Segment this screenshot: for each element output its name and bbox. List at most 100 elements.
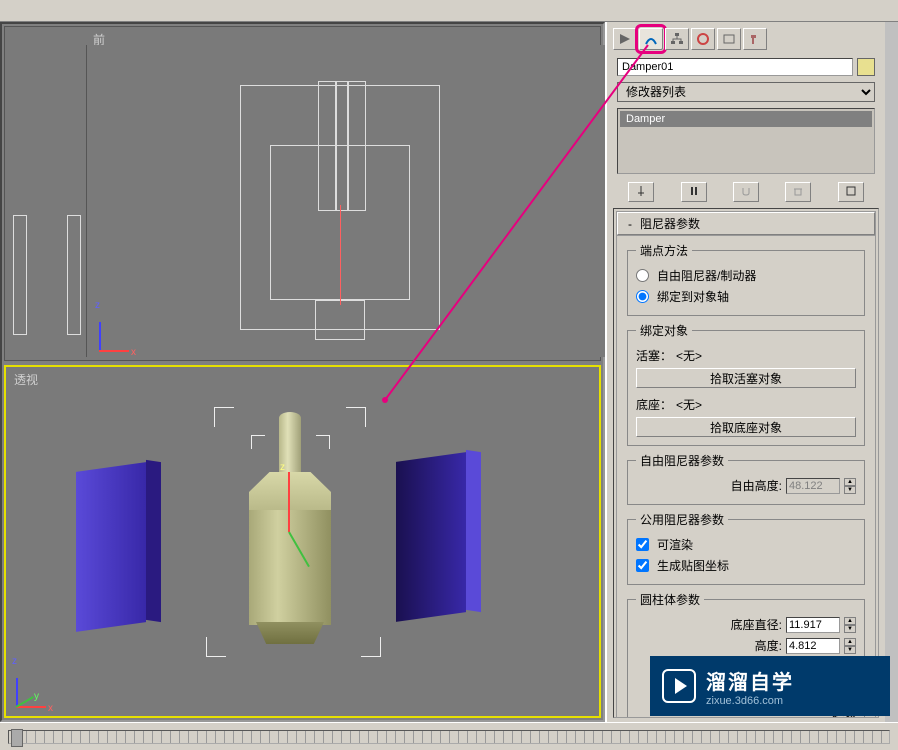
tab-utilities[interactable] (743, 28, 767, 50)
sel-bracket-tr (346, 407, 366, 427)
modifier-list-dropdown[interactable]: 修改器列表 (617, 82, 875, 102)
main-area: 前 z x 透视 (0, 22, 898, 722)
gizmo-z-axis (288, 472, 290, 532)
axis-x-label-p: x (48, 703, 53, 714)
up-arrow-icon[interactable]: ▲ (844, 617, 856, 625)
common-damper-group: 公用阻尼器参数 可渲染 生成贴图坐标 (627, 511, 865, 585)
modifier-stack[interactable]: Damper (617, 108, 875, 174)
sel-bracket-mr (316, 435, 330, 449)
wire-shaft-2 (336, 81, 348, 211)
wire-shaft-3 (348, 81, 366, 211)
stack-remove-button[interactable] (785, 182, 811, 202)
tab-hierarchy[interactable] (665, 28, 689, 50)
rollout-damper-header[interactable]: - 阻尼器参数 (617, 212, 875, 235)
up-arrow-icon[interactable]: ▲ (844, 638, 856, 646)
common-legend: 公用阻尼器参数 (636, 511, 728, 528)
watermark-text: 溜溜自学 zixue.3d66.com (706, 666, 794, 707)
radio-free-input[interactable] (636, 269, 649, 282)
tab-modify[interactable] (639, 28, 663, 50)
stack-toolbar (609, 178, 883, 206)
object-name-input[interactable] (617, 58, 853, 76)
height-spinner[interactable]: ▲ ▼ (844, 638, 856, 654)
tab-create[interactable] (613, 28, 637, 50)
cyl-legend: 圆柱体参数 (636, 591, 704, 608)
config-icon (845, 185, 857, 197)
base-dia-input[interactable] (786, 617, 840, 633)
command-panel-tabs (609, 24, 883, 54)
hierarchy-icon (670, 32, 684, 46)
wire-side-rect2 (67, 215, 81, 335)
chk-genmap-row[interactable]: 生成贴图坐标 (636, 555, 856, 576)
free-height-row: 自由高度: ▲ ▼ (636, 475, 856, 496)
tab-motion[interactable] (691, 28, 715, 50)
rollout-toggle-icon: - (624, 217, 636, 231)
rollouts-container[interactable]: - 阻尼器参数 端点方法 自由阻尼器/制动器 绑定到对象轴 (613, 208, 879, 718)
axis-y-label-p: y (34, 691, 39, 702)
trash-icon (792, 185, 804, 197)
stack-pin-button[interactable] (628, 182, 654, 202)
radio-bind-input[interactable] (636, 290, 649, 303)
radio-free-damper[interactable]: 自由阻尼器/制动器 (636, 265, 856, 286)
sel-bracket-bl (206, 637, 226, 657)
wire-base (315, 300, 365, 340)
damper-cylinder (249, 510, 331, 625)
viewport-front-side (9, 45, 87, 357)
ruler-marker[interactable] (11, 729, 23, 747)
axis-z-icon (99, 322, 101, 352)
sel-bracket-tl (214, 407, 234, 427)
viewport-front[interactable]: 前 z x (4, 26, 601, 361)
sel-bracket-br (361, 637, 381, 657)
height-label: 高度: (755, 637, 782, 654)
damper-base (256, 622, 324, 644)
object-color-swatch[interactable] (857, 58, 875, 76)
base-dia-spinner[interactable]: ▲ ▼ (844, 617, 856, 633)
radio-bind-axis[interactable]: 绑定到对象轴 (636, 286, 856, 307)
transform-gizmo[interactable]: z (288, 472, 290, 572)
endpoint-group: 端点方法 自由阻尼器/制动器 绑定到对象轴 (627, 242, 865, 316)
ruler-track[interactable] (8, 730, 890, 744)
bars-icon (688, 185, 700, 197)
viewport-perspective[interactable]: 透视 (4, 365, 601, 718)
pick-base-button[interactable]: 拾取底座对象 (636, 417, 856, 437)
pick-piston-button[interactable]: 拾取活塞对象 (636, 368, 856, 388)
piston-row: 活塞： <无> (636, 345, 856, 366)
damper-object[interactable] (231, 412, 351, 652)
perspective-scene: z (6, 367, 599, 716)
tab-display[interactable] (717, 28, 741, 50)
stack-show-button[interactable] (681, 182, 707, 202)
chk-genmap[interactable] (636, 559, 649, 572)
chk-renderable[interactable] (636, 538, 649, 551)
chk-genmap-label: 生成贴图坐标 (657, 557, 729, 574)
u-icon (740, 185, 752, 197)
slab-right (396, 452, 466, 622)
piston-value: <无> (676, 347, 702, 364)
motion-icon (696, 32, 710, 46)
timeline-ruler[interactable] (0, 722, 898, 750)
modifier-stack-item[interactable]: Damper (620, 111, 872, 127)
axis-x-label: x (131, 347, 136, 358)
viewports-container: 前 z x 透视 (0, 22, 605, 722)
chk-renderable-row[interactable]: 可渲染 (636, 534, 856, 555)
rollout-damper-params: - 阻尼器参数 端点方法 自由阻尼器/制动器 绑定到对象轴 (616, 211, 876, 718)
down-arrow-icon[interactable]: ▼ (844, 646, 856, 654)
down-arrow-icon[interactable]: ▼ (844, 625, 856, 633)
height-input[interactable] (786, 638, 840, 654)
gizmo-z-label: z (280, 462, 285, 473)
sel-bracket-ml (251, 435, 265, 449)
axis-widget-perspective: z x y (16, 668, 56, 708)
stack-configure-button[interactable] (838, 182, 864, 202)
rollout-title: 阻尼器参数 (640, 215, 700, 232)
free-height-input (786, 478, 840, 494)
stack-unique-button[interactable] (733, 182, 759, 202)
hammer-icon (748, 32, 762, 46)
axis-widget-front: z x (99, 312, 139, 352)
play-icon (662, 669, 696, 703)
modifier-dropdown-row: 修改器列表 (609, 80, 883, 104)
slab-left (76, 462, 146, 632)
bind-group: 绑定对象 活塞： <无> 拾取活塞对象 底座： <无> 拾取底座对象 (627, 322, 865, 446)
display-icon (722, 32, 736, 46)
radio-free-label: 自由阻尼器/制动器 (657, 267, 756, 284)
damper-cap (249, 472, 331, 512)
chk-renderable-label: 可渲染 (657, 536, 693, 553)
command-panel: 修改器列表 Damper (605, 22, 885, 722)
